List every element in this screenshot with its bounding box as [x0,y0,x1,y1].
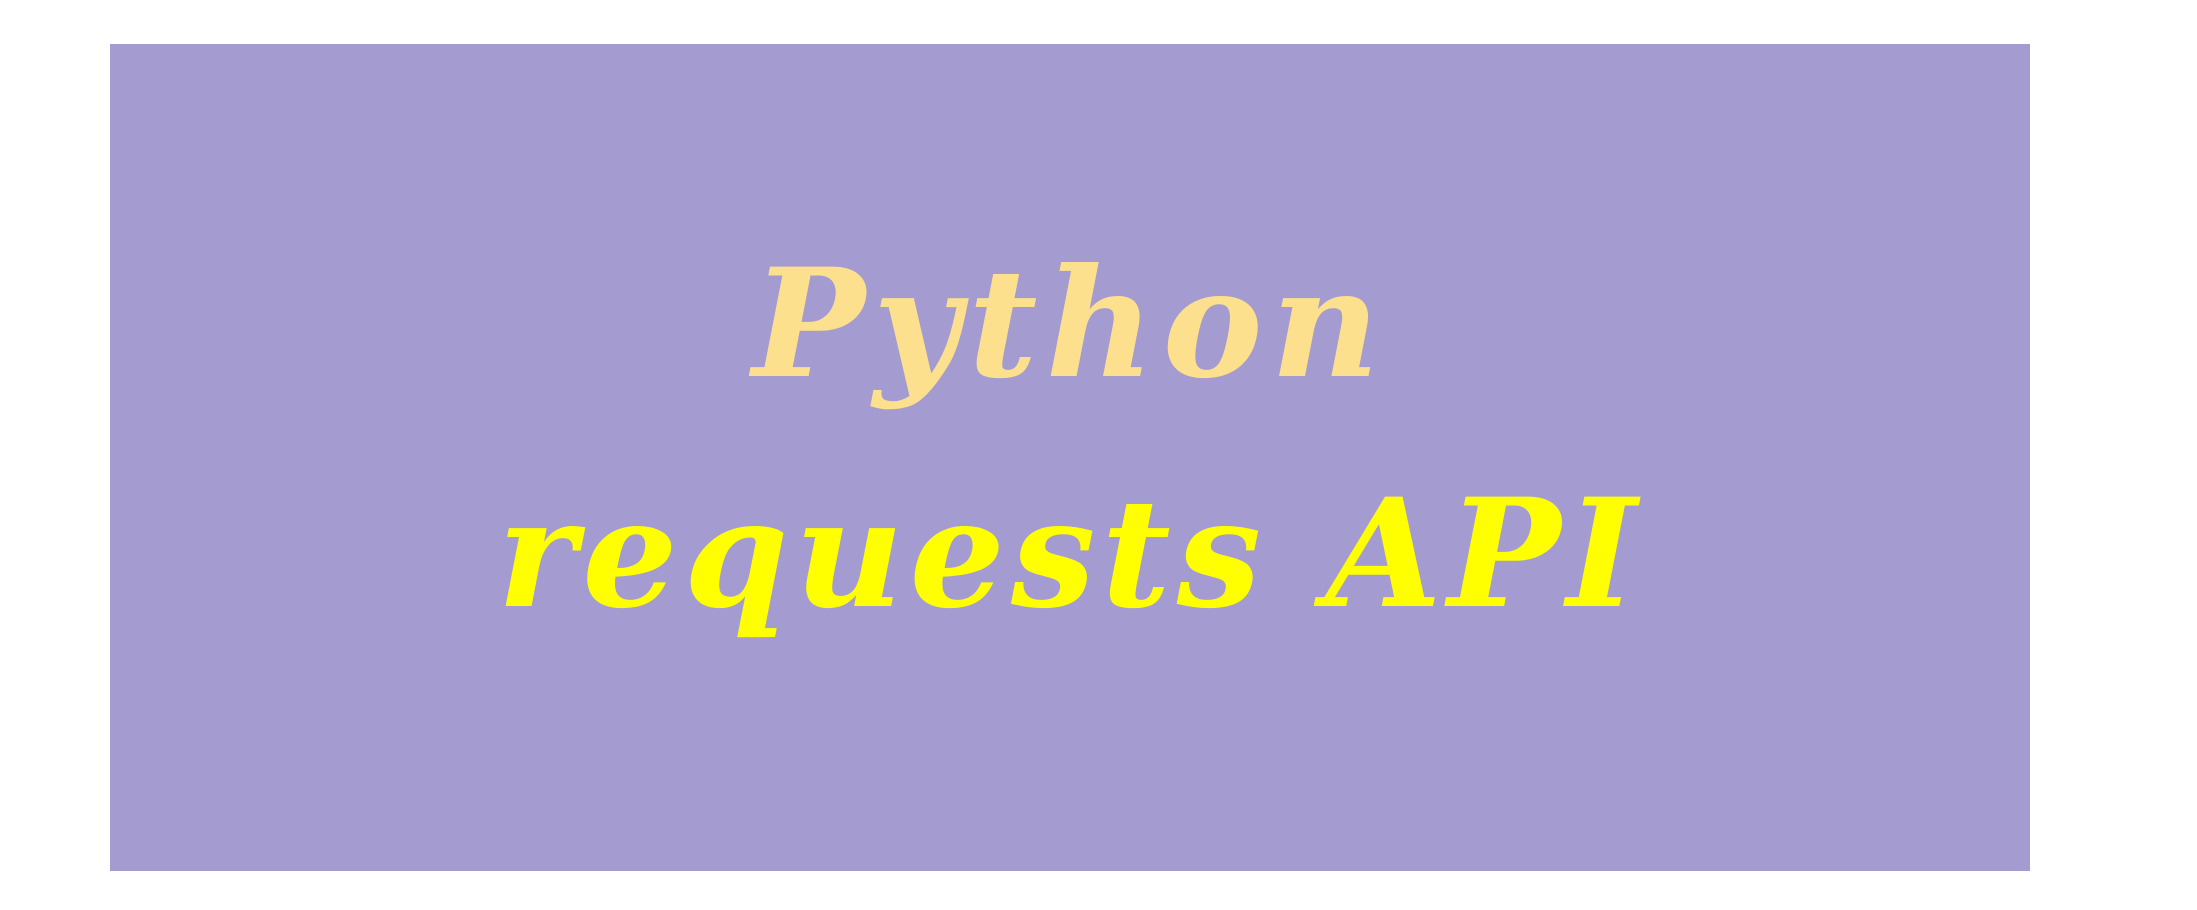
page: Python requests API [0,0,2197,910]
title-line-requests-api: requests API [497,466,1643,642]
title-line-python: Python [752,236,1388,412]
title-banner: Python requests API [110,44,2030,871]
